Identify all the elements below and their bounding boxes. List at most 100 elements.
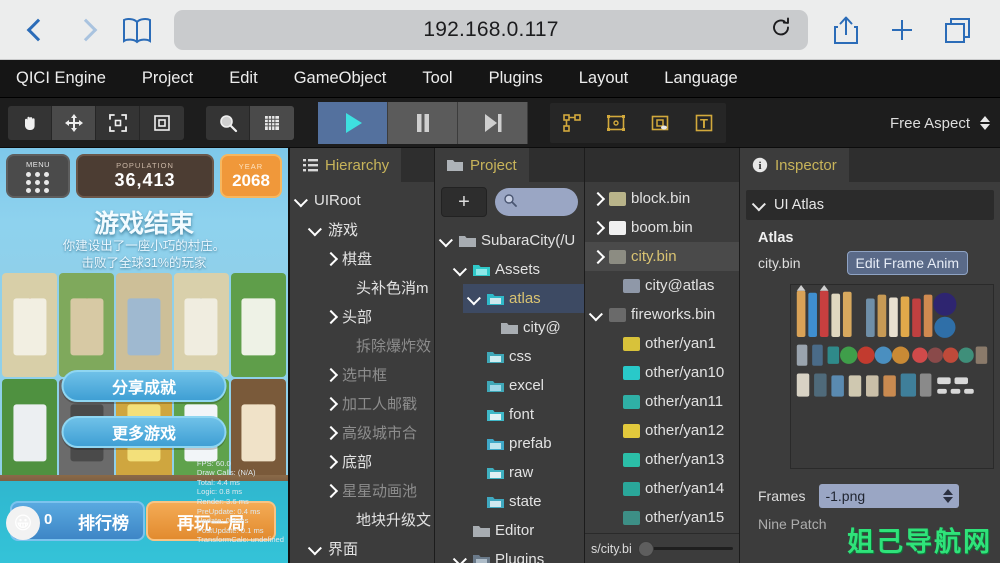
project-search[interactable] [495, 188, 578, 216]
asset-list[interactable]: block.bin boom.bin city.bin city@atlas firew… [585, 182, 739, 533]
forward-button[interactable] [62, 8, 110, 52]
menu-item-language[interactable]: Language [646, 69, 755, 88]
frames-dropdown[interactable]: -1.png [819, 484, 960, 508]
hierarchy-node[interactable]: 游戏 [304, 215, 434, 244]
hierarchy-node[interactable]: 头部 [318, 302, 434, 331]
menu-item-project[interactable]: Project [124, 69, 211, 88]
asset-list-item[interactable]: other/yan1 [599, 329, 739, 358]
chevron-down-icon[interactable] [310, 225, 323, 235]
chevron-down-icon[interactable] [591, 310, 604, 320]
hierarchy-node[interactable]: 高级城市合 [318, 418, 434, 447]
asset-list-item[interactable]: city.bin [585, 242, 739, 271]
rect-tool-button[interactable] [140, 106, 184, 140]
chevron-right-icon[interactable] [324, 486, 337, 496]
menu-item-tool[interactable]: Tool [404, 69, 470, 88]
asset-list-item[interactable]: boom.bin [585, 213, 739, 242]
city-tile[interactable] [2, 273, 58, 377]
city-tile[interactable] [59, 273, 115, 377]
city-tile[interactable] [2, 379, 58, 483]
hierarchy-node[interactable]: 拆除爆炸效 [332, 331, 434, 360]
tab-inspector[interactable]: i Inspector [740, 148, 849, 182]
menu-item-gameobject[interactable]: GameObject [276, 69, 405, 88]
project-tree[interactable]: SubaraCity(/U Assets atlas city@ css excel fon… [435, 222, 584, 563]
ui-atlas-section-header[interactable]: UI Atlas [746, 190, 994, 220]
nodes-gizmo-button[interactable] [550, 103, 594, 143]
game-menu-button[interactable]: MENU [6, 154, 70, 198]
bounds-gizmo-button[interactable] [594, 103, 638, 143]
reload-button[interactable] [770, 16, 792, 43]
show-tabs-button[interactable] [930, 8, 986, 52]
asset-list-item[interactable]: other/yan10 [599, 358, 739, 387]
hierarchy-tree[interactable]: UIRoot 游戏 棋盘 头补色消m 头部 拆除爆炸效 选中框 加工人邮戳 高级城市合 底部 星星动… [290, 182, 434, 563]
add-asset-button[interactable]: + [441, 187, 487, 217]
asset-list-item[interactable]: fireworks.bin [585, 300, 739, 329]
aspect-ratio-selector[interactable]: Free Aspect [890, 98, 990, 148]
chevron-down-icon[interactable] [310, 544, 323, 554]
hierarchy-node[interactable]: 头补色消m [332, 273, 434, 302]
asset-list-item[interactable]: city@atlas [599, 271, 739, 300]
pause-button[interactable] [388, 101, 458, 144]
project-node[interactable]: font [463, 400, 584, 429]
menu-item-plugins[interactable]: Plugins [471, 69, 561, 88]
project-node[interactable]: Assets [449, 255, 584, 284]
hierarchy-node[interactable]: UIRoot [290, 186, 434, 215]
asset-list-item[interactable]: block.bin [585, 184, 739, 213]
chevron-down-icon[interactable] [455, 265, 468, 275]
chevron-right-icon[interactable] [324, 312, 337, 322]
leaderboard-button[interactable]: 😀 0 排行榜 [6, 501, 145, 541]
edit-frame-anim-button[interactable]: Edit Frame Anim [846, 251, 969, 275]
project-node[interactable]: excel [463, 371, 584, 400]
asset-list-item[interactable]: other/yan12 [599, 416, 739, 445]
menu-item-layout[interactable]: Layout [561, 69, 647, 88]
tab-hierarchy[interactable]: Hierarchy [290, 148, 402, 182]
share-achievement-button[interactable]: 分享成就 [61, 370, 227, 402]
asset-list-item[interactable]: other/yan15 [599, 503, 739, 532]
bookmarks-button[interactable] [110, 8, 164, 52]
back-button[interactable] [14, 8, 62, 52]
hierarchy-node[interactable]: 地块升级文 [332, 505, 434, 534]
move-tool-button[interactable] [52, 105, 96, 140]
chevron-right-icon[interactable] [324, 399, 337, 409]
share-button[interactable] [818, 8, 874, 52]
project-node[interactable]: state [463, 487, 584, 516]
hand-tool-button[interactable] [8, 105, 52, 140]
chevron-right-icon[interactable] [324, 457, 337, 467]
chevron-right-icon[interactable] [591, 194, 604, 204]
project-node[interactable]: city@ [477, 313, 584, 342]
hierarchy-node[interactable]: 界面 [304, 534, 434, 563]
tab-project[interactable]: Project [435, 148, 529, 182]
chevron-right-icon[interactable] [324, 370, 337, 380]
menu-item-edit[interactable]: Edit [211, 69, 275, 88]
chevron-right-icon[interactable] [591, 252, 604, 262]
grid-tool-button[interactable] [250, 105, 294, 140]
asset-list-item[interactable]: other/yan11 [599, 387, 739, 416]
slider-knob[interactable] [637, 540, 654, 557]
project-node[interactable]: SubaraCity(/U [435, 226, 584, 255]
project-node[interactable]: css [463, 342, 584, 371]
new-tab-button[interactable] [874, 8, 930, 52]
hierarchy-node[interactable]: 星星动画池 [318, 476, 434, 505]
asset-list-item[interactable]: other/yan13 [599, 445, 739, 474]
scale-tool-button[interactable] [96, 105, 140, 140]
text-gizmo-button[interactable]: T [682, 103, 726, 143]
asset-list-item[interactable]: other/yan14 [599, 474, 739, 503]
project-node[interactable]: prefab [463, 429, 584, 458]
chevron-right-icon[interactable] [324, 428, 337, 438]
zoom-tool-button[interactable] [206, 105, 250, 140]
more-games-button[interactable]: 更多游戏 [61, 416, 227, 448]
chevron-down-icon[interactable] [296, 196, 309, 206]
menu-item-qici-engine[interactable]: QICI Engine [12, 69, 124, 88]
hierarchy-node[interactable]: 棋盘 [318, 244, 434, 273]
anchor-gizmo-button[interactable] [638, 103, 682, 143]
search-input[interactable] [522, 194, 570, 210]
project-node[interactable]: Editor [449, 516, 584, 545]
zoom-slider[interactable] [637, 540, 733, 557]
hierarchy-node[interactable]: 加工人邮戳 [318, 389, 434, 418]
address-bar[interactable]: 192.168.0.117 [174, 9, 808, 50]
project-node[interactable]: raw [463, 458, 584, 487]
chevron-down-icon[interactable] [455, 555, 468, 563]
city-tile[interactable] [116, 273, 172, 377]
chevron-right-icon[interactable] [591, 223, 604, 233]
atlas-preview[interactable] [790, 284, 994, 469]
chevron-right-icon[interactable] [324, 254, 337, 264]
